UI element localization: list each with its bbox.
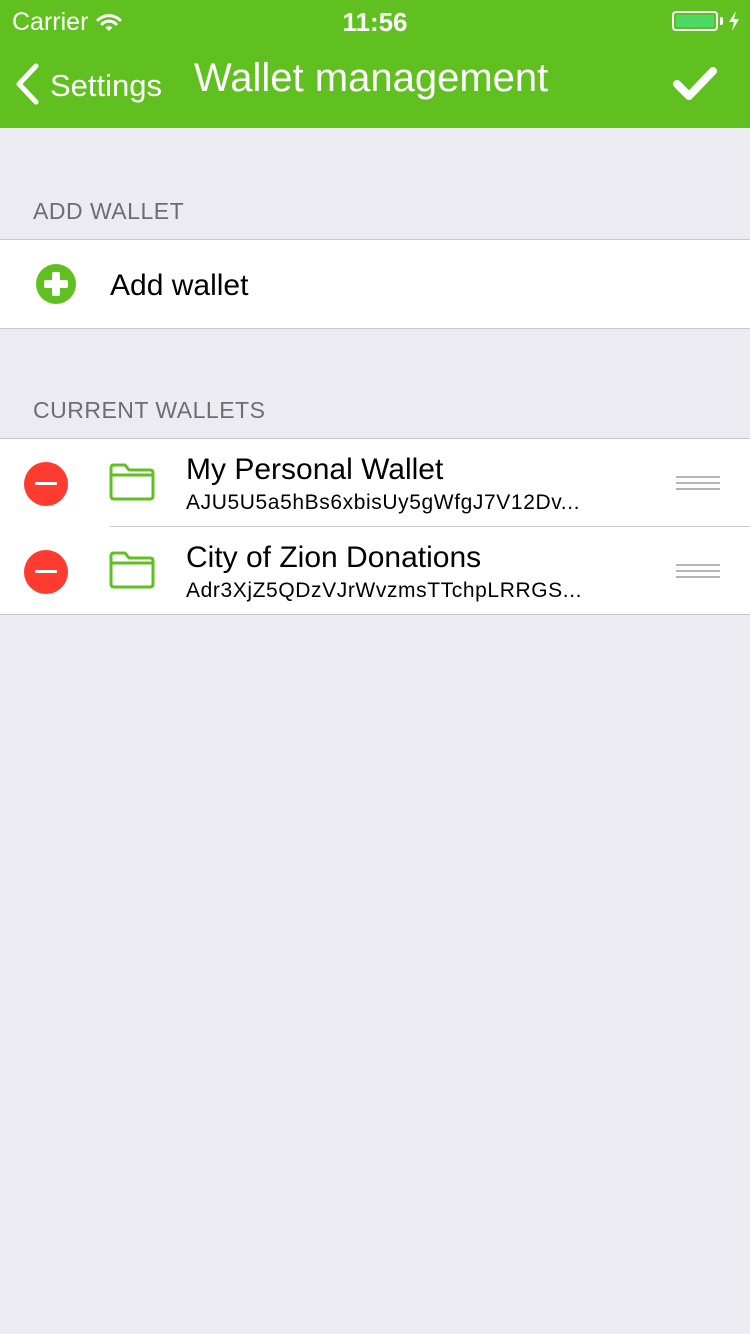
section-header-add-wallet: ADD WALLET [33, 198, 185, 224]
reorder-handle-icon[interactable] [676, 476, 720, 492]
add-wallet-label: Add wallet [110, 269, 249, 302]
wallet-row[interactable]: My Personal Wallet AJU5U5a5hBs6xbisUy5gW… [0, 439, 750, 526]
battery-indicator [672, 11, 740, 31]
minus-icon [35, 570, 57, 573]
page-title: Wallet management [194, 56, 549, 100]
wallet-list: My Personal Wallet AJU5U5a5hBs6xbisUy5gW… [0, 438, 750, 615]
add-circle-icon [36, 264, 76, 304]
chevron-left-icon [16, 63, 39, 105]
wallet-address: Adr3XjZ5QDzVJrWvzmsTTchpLRRGS... [186, 579, 583, 602]
app-header: Carrier 11:56 Settings Wallet management [0, 0, 750, 128]
folder-icon [109, 463, 155, 501]
back-label: Settings [50, 68, 163, 103]
back-button[interactable]: Settings [14, 40, 162, 128]
add-wallet-group: Add wallet [0, 239, 750, 329]
delete-wallet-button[interactable] [24, 550, 68, 594]
add-wallet-row[interactable]: Add wallet [0, 240, 750, 328]
battery-icon [672, 11, 718, 31]
minus-icon [35, 482, 57, 485]
folder-icon [109, 551, 155, 589]
checkmark-icon [673, 67, 717, 100]
battery-tip [720, 17, 723, 25]
wallet-name: My Personal Wallet [186, 453, 444, 486]
reorder-handle-icon[interactable] [676, 564, 720, 580]
wallet-name: City of Zion Donations [186, 541, 482, 574]
status-bar: Carrier 11:56 [0, 0, 750, 40]
section-header-current-wallets: CURRENT WALLETS [33, 397, 266, 423]
done-button[interactable] [650, 40, 740, 128]
wallet-row[interactable]: City of Zion Donations Adr3XjZ5QDzVJrWvz… [0, 526, 750, 614]
status-time: 11:56 [342, 7, 408, 37]
wallet-address: AJU5U5a5hBs6xbisUy5gWfgJ7V12Dv... [186, 491, 581, 514]
navigation-bar: Settings Wallet management [0, 40, 750, 128]
charging-bolt-icon [729, 11, 739, 31]
delete-wallet-button[interactable] [24, 462, 68, 506]
